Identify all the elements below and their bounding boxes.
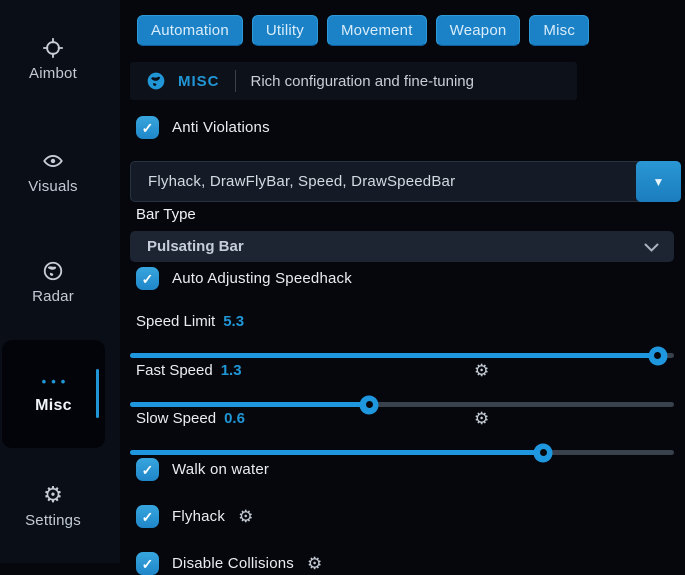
walk-on-water-checkbox[interactable]: ✓ bbox=[136, 458, 159, 481]
check-icon: ✓ bbox=[142, 121, 154, 135]
active-indicator bbox=[96, 369, 99, 418]
checkbox-label: Walk on water bbox=[172, 461, 269, 478]
bars-multiselect[interactable]: Flyhack, DrawFlyBar, Speed, DrawSpeedBar… bbox=[130, 161, 681, 202]
check-icon: ✓ bbox=[142, 557, 154, 571]
fast-speed-slider[interactable] bbox=[130, 402, 674, 407]
tab-utility[interactable]: Utility bbox=[252, 15, 318, 46]
slider-head: Fast Speed 1.3 bbox=[130, 362, 674, 379]
tab-movement[interactable]: Movement bbox=[327, 15, 427, 46]
globe-icon bbox=[42, 259, 64, 283]
slider-handle[interactable] bbox=[534, 443, 553, 462]
dropdown-open-button[interactable]: ▼ bbox=[636, 161, 681, 202]
bar-type-select[interactable]: Pulsating Bar bbox=[130, 231, 674, 262]
gear-icon: ⚙ bbox=[43, 483, 63, 507]
sidebar-item-label: Misc bbox=[35, 397, 72, 415]
ellipsis-icon: ••• bbox=[42, 374, 71, 389]
check-icon: ✓ bbox=[142, 272, 154, 286]
checkbox-label: Flyhack bbox=[172, 508, 225, 525]
slider-head: Speed Limit 5.3 bbox=[130, 313, 674, 330]
checkbox-row-auto-adjusting-speedhack: ✓ Auto Adjusting Speedhack bbox=[136, 267, 352, 290]
sidebar-item-label: Settings bbox=[25, 512, 81, 529]
tab-misc[interactable]: Misc bbox=[529, 15, 589, 46]
bar-type-label: Bar Type bbox=[136, 206, 196, 223]
section-subtitle: Rich configuration and fine-tuning bbox=[251, 73, 474, 90]
slider-fill bbox=[130, 353, 658, 358]
sidebar-item-misc[interactable]: ••• Misc bbox=[2, 340, 105, 448]
section-title: MISC bbox=[178, 73, 220, 90]
globe-icon bbox=[146, 71, 166, 91]
sidebar-item-aimbot[interactable]: Aimbot bbox=[0, 36, 106, 82]
slider-value: 1.3 bbox=[221, 362, 242, 379]
flyhack-checkbox[interactable]: ✓ bbox=[136, 505, 159, 528]
slider-row-slow-speed: Slow Speed 0.6 ⚙ bbox=[130, 410, 674, 455]
slider-head: Slow Speed 0.6 bbox=[130, 410, 674, 427]
slider-value: 5.3 bbox=[223, 313, 244, 330]
slider-row-speed-limit: Speed Limit 5.3 bbox=[130, 313, 674, 358]
slider-fill bbox=[130, 450, 543, 455]
check-icon: ✓ bbox=[142, 463, 154, 477]
disable-collisions-checkbox[interactable]: ✓ bbox=[136, 552, 159, 575]
triangle-down-icon: ▼ bbox=[653, 175, 665, 189]
eye-icon bbox=[42, 149, 64, 173]
app-window: Aimbot Visuals Radar ••• bbox=[0, 0, 685, 563]
divider bbox=[235, 70, 236, 92]
slow-speed-slider[interactable] bbox=[130, 450, 674, 455]
checkbox-label: Anti Violations bbox=[172, 119, 270, 136]
slider-label: Fast Speed bbox=[136, 362, 213, 379]
sidebar-item-visuals[interactable]: Visuals bbox=[0, 149, 106, 195]
sidebar-item-label: Radar bbox=[32, 288, 74, 305]
gear-icon[interactable]: ⚙ bbox=[307, 554, 322, 574]
speed-limit-slider[interactable] bbox=[130, 353, 674, 358]
checkbox-row-disable-collisions: ✓ Disable Collisions ⚙ bbox=[136, 552, 322, 575]
multiselect-value: Flyhack, DrawFlyBar, Speed, DrawSpeedBar bbox=[131, 173, 455, 190]
sidebar-item-settings[interactable]: ⚙ Settings bbox=[0, 483, 106, 529]
sidebar-item-radar[interactable]: Radar bbox=[0, 259, 106, 305]
gear-icon[interactable]: ⚙ bbox=[474, 409, 489, 429]
checkbox-row-anti-violations: ✓ Anti Violations bbox=[136, 116, 270, 139]
slider-fill bbox=[130, 402, 369, 407]
sidebar-item-label: Aimbot bbox=[29, 65, 77, 82]
slider-label: Slow Speed bbox=[136, 410, 216, 427]
slider-label: Speed Limit bbox=[136, 313, 215, 330]
section-header: MISC Rich configuration and fine-tuning bbox=[130, 62, 577, 100]
tab-weapon[interactable]: Weapon bbox=[436, 15, 521, 46]
gear-icon[interactable]: ⚙ bbox=[474, 361, 489, 381]
slider-value: 0.6 bbox=[224, 410, 245, 427]
checkbox-row-flyhack: ✓ Flyhack ⚙ bbox=[136, 505, 253, 528]
gear-icon[interactable]: ⚙ bbox=[238, 507, 253, 527]
checkbox-label: Disable Collisions bbox=[172, 555, 294, 572]
anti-violations-checkbox[interactable]: ✓ bbox=[136, 116, 159, 139]
chevron-down-icon bbox=[644, 243, 659, 252]
checkbox-label: Auto Adjusting Speedhack bbox=[172, 270, 352, 287]
crosshair-icon bbox=[42, 36, 64, 60]
tab-bar: Automation Utility Movement Weapon Misc bbox=[137, 15, 589, 46]
slider-row-fast-speed: Fast Speed 1.3 ⚙ bbox=[130, 362, 674, 407]
check-icon: ✓ bbox=[142, 510, 154, 524]
tab-automation[interactable]: Automation bbox=[137, 15, 243, 46]
select-value: Pulsating Bar bbox=[130, 238, 244, 255]
checkbox-row-walk-on-water: ✓ Walk on water bbox=[136, 458, 269, 481]
sidebar-item-label: Visuals bbox=[28, 178, 77, 195]
sidebar: Aimbot Visuals Radar ••• bbox=[0, 0, 120, 563]
auto-adjusting-speedhack-checkbox[interactable]: ✓ bbox=[136, 267, 159, 290]
